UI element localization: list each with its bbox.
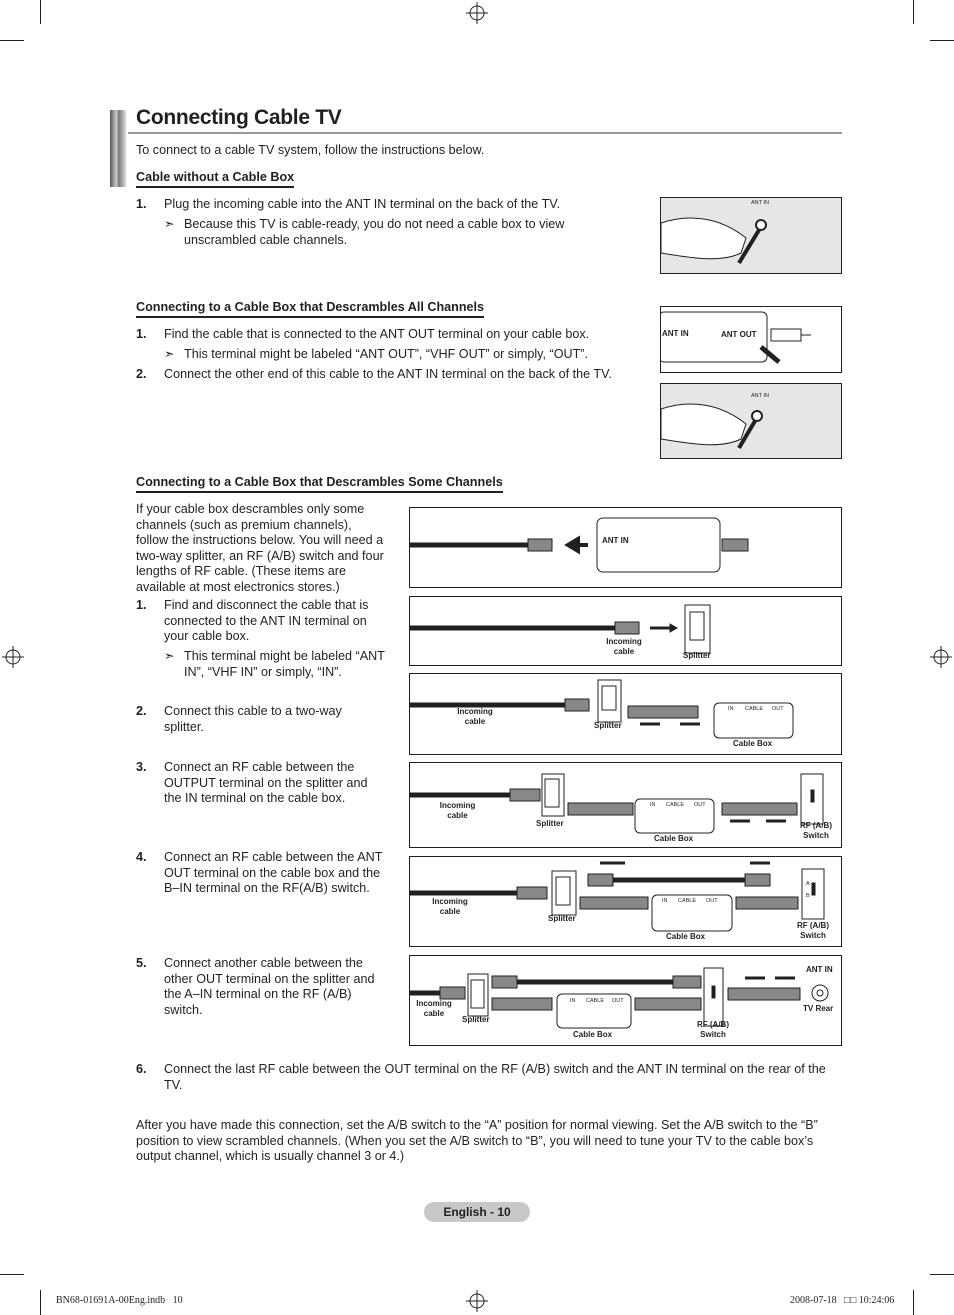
- cable-box-in-label: IN: [728, 706, 734, 712]
- diagram-disconnect-ant-in: ANT IN: [409, 507, 842, 588]
- incoming-cable-label: Incoming cable: [416, 999, 452, 1018]
- figure-ant-in-hand: ANT IN: [660, 197, 842, 274]
- cable-box-cable-label: CABLE: [586, 998, 605, 1004]
- diagram-cable-box-rf-switch: Incoming cable Splitter IN CABLE OUT Cab…: [409, 762, 842, 848]
- step-text: Connect this cable to a two-way splitter…: [164, 704, 342, 734]
- rf-switch-label: RF (A/B) Switch: [697, 1020, 729, 1039]
- page-number-badge: English - 10: [424, 1202, 530, 1222]
- note-text: Because this TV is cable-ready, you do n…: [184, 217, 565, 247]
- step-number: 2.: [136, 704, 147, 718]
- splitter-label: Splitter: [462, 1015, 490, 1024]
- cable-box-label: Cable Box: [654, 834, 694, 843]
- step-text: Find the cable that is connected to the …: [164, 327, 590, 341]
- cable-box-out-label: OUT: [772, 706, 784, 712]
- step-text: Connect an RF cable between the ANT OUT …: [164, 850, 383, 895]
- ant-in-label: ANT IN: [806, 965, 833, 974]
- step-number: 2.: [136, 367, 147, 381]
- cable-box-cable-label: CABLE: [745, 706, 764, 712]
- step-number: 1.: [136, 197, 147, 211]
- section-heading: Cable without a Cable Box: [136, 170, 295, 188]
- incoming-cable-label: Incoming cable: [606, 637, 642, 656]
- section-intro: If your cable box descrambles only some …: [136, 502, 384, 594]
- note-arrow-icon: ➣: [164, 649, 175, 663]
- splitter-label: Splitter: [548, 914, 576, 923]
- figure-cable-box-ant-out: ANT IN ANT OUT: [660, 306, 842, 373]
- step-number: 1.: [136, 327, 147, 341]
- rf-switch-label: RF (A/B) Switch: [797, 921, 829, 940]
- cable-box-in-label: IN: [570, 998, 576, 1004]
- step-number: 4.: [136, 850, 147, 864]
- cable-box-in-label: IN: [662, 898, 668, 904]
- note-text: This terminal might be labeled “ANT OUT”…: [184, 347, 588, 361]
- step-text: Connect an RF cable between the OUTPUT t…: [164, 760, 368, 805]
- section-heading: Connecting to a Cable Box that Descrambl…: [136, 300, 485, 318]
- note-arrow-icon: ➣: [164, 347, 175, 361]
- diagram-splitter-cable-box: Incoming cable Splitter IN CABLE OUT Cab…: [409, 673, 842, 755]
- cable-box-out-label: OUT: [706, 898, 718, 904]
- step-number: 5.: [136, 956, 147, 970]
- cable-box-out-label: OUT: [694, 802, 706, 808]
- intro-text: To connect to a cable TV system, follow …: [136, 143, 485, 157]
- figure-ant-in-hand: ANT IN: [660, 383, 842, 459]
- cable-box-in-label: IN: [650, 802, 656, 808]
- cable-box-label: Cable Box: [573, 1030, 613, 1039]
- title-bar-decoration: [110, 110, 126, 187]
- step-text: Connect the other end of this cable to t…: [164, 367, 612, 381]
- switch-b-label: B: [806, 893, 810, 899]
- incoming-cable-label: Incoming cable: [439, 801, 476, 820]
- page-title: Connecting Cable TV: [136, 106, 342, 129]
- ant-in-label: ANT IN: [662, 329, 689, 338]
- splitter-label: Splitter: [683, 651, 711, 660]
- splitter-label: Splitter: [594, 721, 622, 730]
- cable-box-cable-label: CABLE: [666, 802, 685, 808]
- step-number: 1.: [136, 598, 147, 612]
- switch-a-label: A: [806, 881, 810, 887]
- tv-rear-label: TV Rear: [803, 1004, 834, 1013]
- rf-switch-label: RF (A/B) Switch: [800, 821, 832, 840]
- incoming-cable-label: Incoming cable: [432, 897, 468, 916]
- title-rule: [128, 132, 842, 134]
- incoming-cable-label: Incoming cable: [457, 707, 493, 726]
- cable-box-out-label: OUT: [612, 998, 624, 1004]
- splitter-label: Splitter: [536, 819, 564, 828]
- diagram-two-paths: Incoming cable Splitter IN CABLE OUT Cab…: [409, 856, 842, 947]
- cable-box-label: Cable Box: [733, 739, 773, 748]
- note-text: This terminal might be labeled “ANT IN”,…: [184, 649, 385, 679]
- step-text: Plug the incoming cable into the ANT IN …: [164, 197, 561, 211]
- file-name: BN68-01691A-00Eng.indb 10: [56, 1295, 183, 1306]
- diagram-splitter: Incoming cable Splitter: [409, 596, 842, 666]
- cable-box-label: Cable Box: [666, 932, 706, 941]
- print-date: 2008-07-18 □□ 10:24:06: [790, 1295, 895, 1306]
- step-text: Connect another cable between the other …: [164, 956, 375, 1017]
- cable-box-cable-label: CABLE: [678, 898, 697, 904]
- step-number: 3.: [136, 760, 147, 774]
- ant-in-label: ANT IN: [602, 536, 629, 545]
- section-heading: Connecting to a Cable Box that Descrambl…: [136, 475, 503, 493]
- ant-out-label: ANT OUT: [721, 330, 757, 339]
- diagram-final-connection: Incoming cable Splitter IN CABLE OUT Cab…: [409, 955, 842, 1046]
- step-text: Connect the last RF cable between the OU…: [164, 1062, 826, 1092]
- step-text: Find and disconnect the cable that is co…: [164, 598, 369, 643]
- note-arrow-icon: ➣: [164, 217, 175, 231]
- closing-text: After you have made this connection, set…: [136, 1118, 818, 1163]
- step-number: 6.: [136, 1062, 147, 1076]
